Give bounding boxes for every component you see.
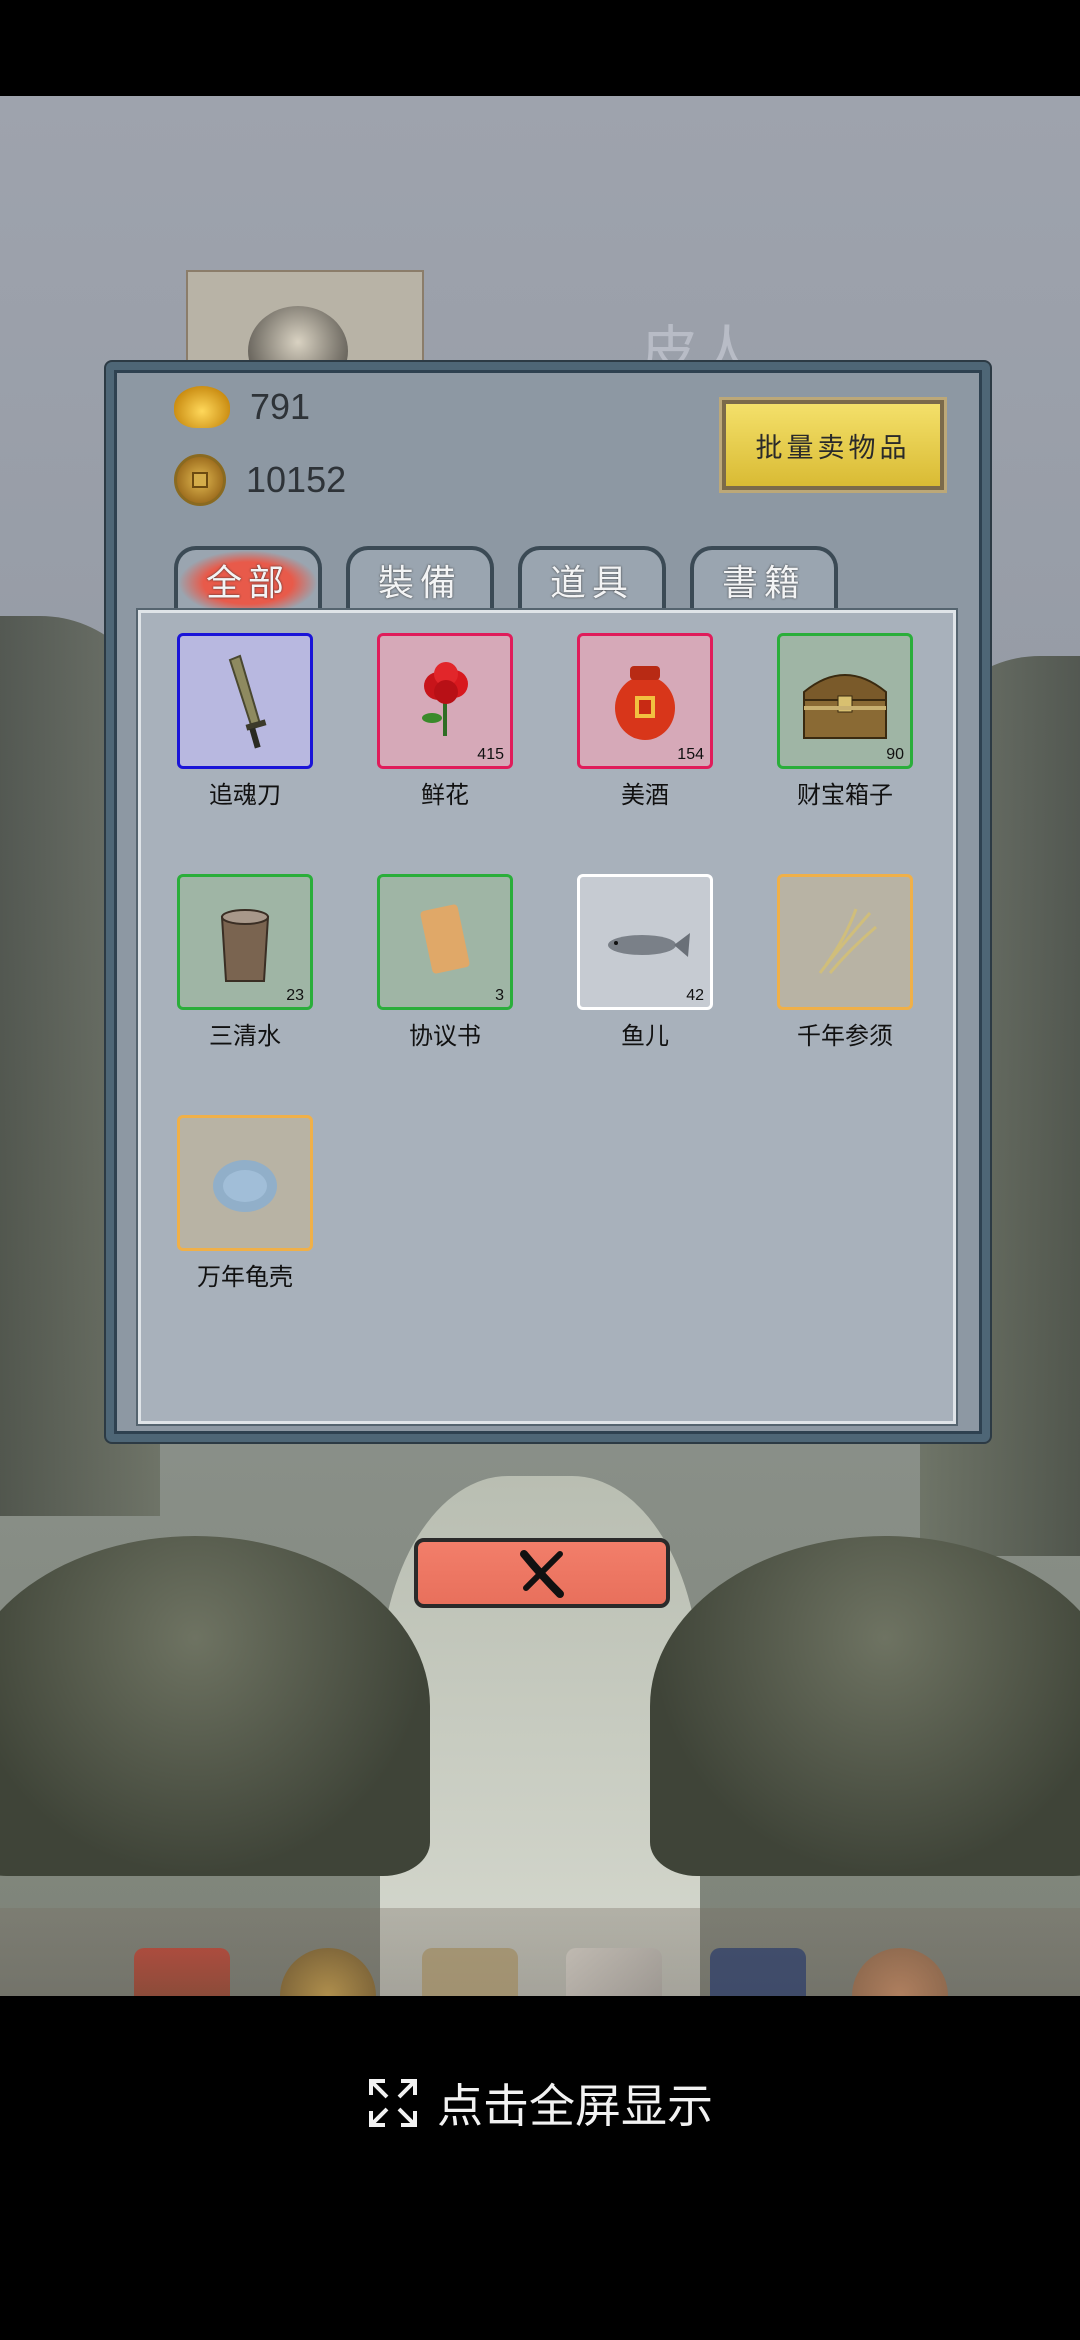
item-slot: 154 [577,633,713,769]
item-caibao-xiangzi[interactable]: 90 财宝箱子 [777,633,913,810]
item-count: 23 [286,987,304,1004]
crossed-swords-icon [566,1948,662,1996]
item-count: 154 [677,746,704,763]
item-zhuihun-dao[interactable]: 追魂刀 [177,633,313,810]
turtle-shell-icon [213,1160,277,1212]
item-slot: 23 [177,874,313,1010]
item-name: 鱼儿 [621,1022,669,1050]
inventory-tabs: 全部 裝備 道具 書籍 [174,546,838,610]
armor-icon [280,1948,376,1996]
item-count: 90 [886,746,904,763]
close-button[interactable] [414,1538,670,1608]
tab-equipment[interactable]: 裝備 [346,546,494,610]
nav-equipment[interactable]: 装备 [252,1908,402,1996]
bottom-nav: 首页 装备 江湖 闯关 武功 伙伴 [0,1908,1080,1996]
item-qiannian-canxu[interactable]: 千年参须 [777,874,913,1051]
copper-coin-icon [174,454,226,506]
item-name: 美酒 [621,781,669,809]
scroll-icon [420,904,470,974]
item-sanqing-shui[interactable]: 23 三清水 [177,874,313,1051]
fullscreen-label: 点击全屏显示 [437,2079,713,2133]
item-slot [177,1115,313,1251]
background-rock-right [650,1536,1080,1876]
item-xieyi-shu[interactable]: 3 协议书 [377,874,513,1051]
nav-partners[interactable]: 伙伴 [824,1908,974,1996]
item-slot: 3 [377,874,513,1010]
item-grid: 追魂刀 415 鲜花 154 美酒 90 财宝箱子 23 三清水 3 协议书 4… [177,633,913,1292]
item-name: 追魂刀 [209,781,281,809]
item-count: 3 [495,987,504,1004]
ginseng-icon [818,908,877,974]
close-icon [520,1550,564,1598]
nav-jianghu[interactable]: 江湖 [394,1908,544,1996]
coin-row: 10152 [174,454,346,506]
item-name: 万年龟壳 [197,1263,293,1291]
item-count: 42 [686,987,704,1004]
inventory-grid-area: 追魂刀 415 鲜花 154 美酒 90 财宝箱子 23 三清水 3 协议书 4… [138,610,956,1424]
item-name: 鲜花 [421,781,469,809]
item-xianhua[interactable]: 415 鲜花 [377,633,513,810]
inventory-panel: 791 10152 批量卖物品 全部 裝備 道具 書籍 追魂刀 415 鲜花 1… [106,362,990,1442]
item-name: 协议书 [409,1022,481,1050]
nav-wugong[interactable]: 武功 [682,1908,832,1996]
item-slot [177,633,313,769]
fullscreen-prompt[interactable]: 点击全屏显示 [0,2070,1080,2136]
gold-amount: 791 [250,386,311,427]
tab-props[interactable]: 道具 [518,546,666,610]
tab-books[interactable]: 書籍 [690,546,838,610]
sword-icon [228,654,267,749]
item-wannian-guike[interactable]: 万年龟壳 [177,1115,313,1292]
item-name: 三清水 [209,1022,281,1050]
item-slot: 90 [777,633,913,769]
game-viewport: 皮人 791 10152 批量卖物品 全部 裝備 道具 書籍 追魂刀 415 鲜… [0,96,1080,1996]
nav-home[interactable]: 首页 [106,1908,256,1996]
partners-icon [852,1948,948,1996]
item-name: 千年参须 [797,1022,893,1050]
map-scroll-icon [422,1948,518,1996]
coin-amount: 10152 [246,459,347,500]
item-name: 财宝箱子 [797,781,893,809]
bulk-sell-button[interactable]: 批量卖物品 [719,397,947,493]
background-rock-left [0,1536,430,1876]
expand-icon [369,2079,417,2127]
item-meijiu[interactable]: 154 美酒 [577,633,713,810]
house-icon [134,1948,230,1996]
tab-all[interactable]: 全部 [174,546,322,610]
item-yuer[interactable]: 42 鱼儿 [577,874,713,1051]
item-count: 415 [477,746,504,763]
nav-chuangguan[interactable]: 闯关 [538,1908,688,1996]
item-slot: 415 [377,633,513,769]
item-slot [777,874,913,1010]
gold-row: 791 [174,386,310,428]
item-slot: 42 [577,874,713,1010]
book-icon [710,1948,806,1996]
gold-ingot-icon [174,386,230,428]
